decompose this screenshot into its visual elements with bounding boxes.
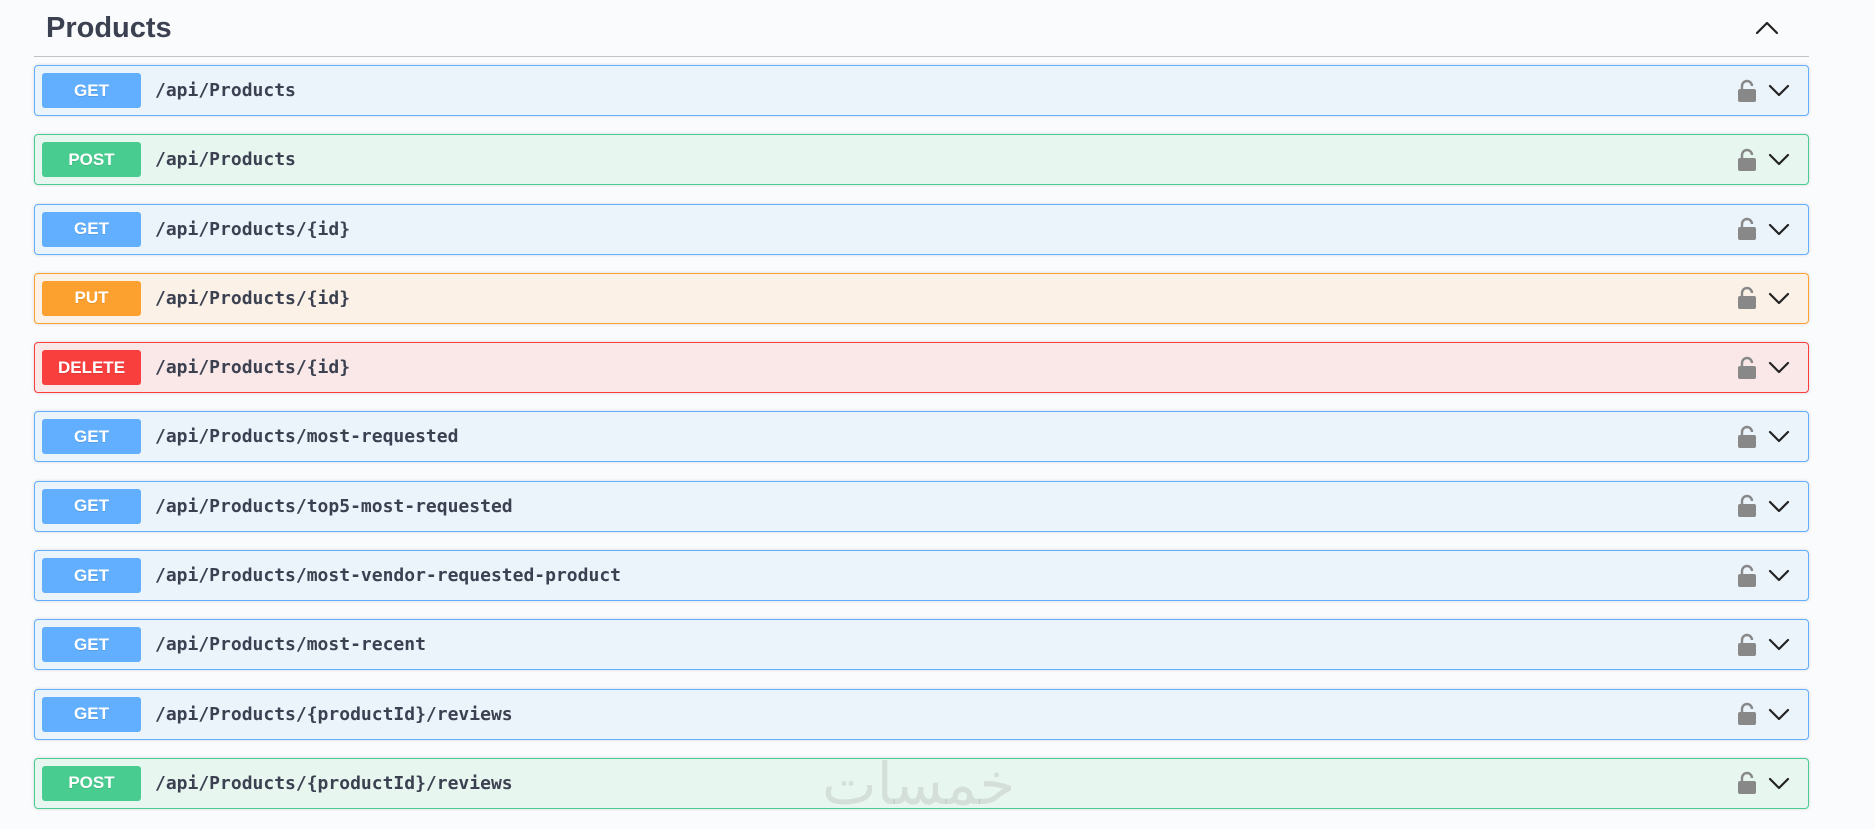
tag-section-header[interactable]: Products — [34, 0, 1809, 57]
operation-path: /api/Products — [155, 80, 296, 101]
lock-icon[interactable] — [1734, 214, 1760, 244]
chevron-down-icon[interactable] — [1764, 145, 1794, 175]
operation-row[interactable]: GET /api/Products/most-requested — [34, 411, 1809, 463]
lock-icon[interactable] — [1734, 76, 1760, 106]
operation-row[interactable]: DELETE /api/Products/{id} — [34, 342, 1809, 394]
lock-icon[interactable] — [1734, 630, 1760, 660]
operation-path: /api/Products/{productId}/reviews — [155, 703, 513, 725]
operation-path: /api/Products/most-recent — [155, 634, 426, 656]
operation-path: /api/Products/{id} — [155, 357, 351, 379]
operation-path: /api/Products — [155, 149, 296, 171]
operation-path: /api/Products/most-vendor-requested-prod… — [155, 565, 621, 587]
operation-path: /api/Products/{productId}/reviews — [155, 772, 513, 794]
operation-row[interactable]: GET /api/Products/{id} — [34, 203, 1809, 255]
operation-row[interactable]: POST /api/Products — [34, 134, 1809, 186]
operation-path: /api/Products/{id} — [155, 218, 351, 240]
lock-icon[interactable] — [1734, 699, 1760, 729]
method-badge: POST — [42, 142, 141, 178]
operation-row[interactable]: GET /api/Products — [34, 65, 1809, 116]
lock-icon[interactable] — [1734, 768, 1760, 798]
method-badge: DELETE — [42, 350, 141, 386]
swagger-page: Products GET /api/Products POST /api/Pro… — [0, 0, 1875, 829]
method-badge: GET — [42, 696, 141, 732]
lock-icon[interactable] — [1734, 353, 1760, 383]
operation-row[interactable]: GET /api/Products/most-recent — [34, 619, 1809, 671]
method-badge: GET — [42, 488, 141, 524]
chevron-down-icon[interactable] — [1764, 422, 1794, 452]
chevron-down-icon[interactable] — [1764, 630, 1794, 660]
operation-row[interactable]: GET /api/Products/most-vendor-requested-… — [34, 550, 1809, 602]
lock-icon[interactable] — [1734, 283, 1760, 313]
operation-row[interactable]: PUT /api/Products/{id} — [34, 272, 1809, 324]
chevron-down-icon[interactable] — [1764, 76, 1794, 106]
operation-path: /api/Products/top5-most-requested — [155, 495, 513, 517]
chevron-down-icon[interactable] — [1764, 768, 1794, 798]
chevron-down-icon[interactable] — [1764, 353, 1794, 383]
method-badge: GET — [42, 211, 141, 247]
operation-path: /api/Products/{id} — [155, 287, 351, 309]
operation-row[interactable]: POST /api/Products/{productId}/reviews — [34, 757, 1809, 809]
chevron-down-icon[interactable] — [1764, 699, 1794, 729]
operation-row[interactable]: GET /api/Products/top5-most-requested — [34, 480, 1809, 532]
lock-icon[interactable] — [1734, 145, 1760, 175]
method-badge: GET — [42, 73, 141, 108]
chevron-down-icon[interactable] — [1764, 561, 1794, 591]
method-badge: POST — [42, 765, 141, 801]
method-badge: GET — [42, 558, 141, 594]
method-badge: GET — [42, 419, 141, 455]
operation-path: /api/Products/most-requested — [155, 426, 459, 448]
lock-icon[interactable] — [1734, 491, 1760, 521]
operations-list: GET /api/Products POST /api/Products GET… — [34, 65, 1809, 827]
chevron-up-icon[interactable] — [1747, 8, 1787, 48]
lock-icon[interactable] — [1734, 561, 1760, 591]
lock-icon[interactable] — [1734, 422, 1760, 452]
chevron-down-icon[interactable] — [1764, 214, 1794, 244]
method-badge: PUT — [42, 280, 141, 316]
section-title[interactable]: Products — [34, 12, 172, 45]
chevron-down-icon[interactable] — [1764, 283, 1794, 313]
chevron-down-icon[interactable] — [1764, 491, 1794, 521]
method-badge: GET — [42, 627, 141, 663]
operation-row[interactable]: GET /api/Products/{productId}/reviews — [34, 688, 1809, 740]
